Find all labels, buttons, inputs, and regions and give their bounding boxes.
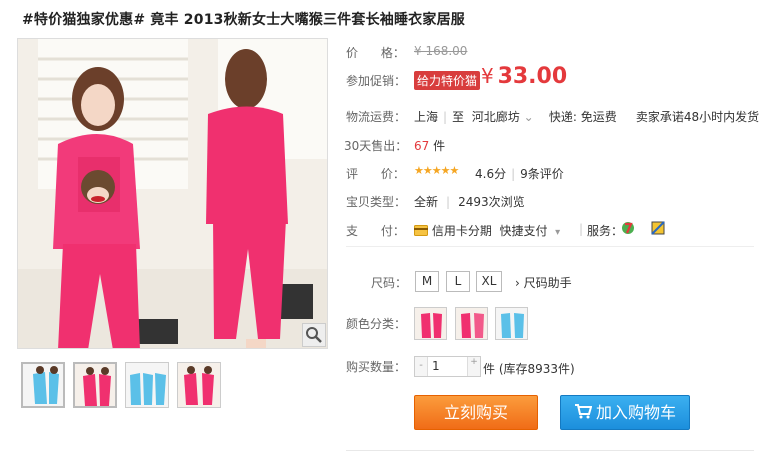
sales-info: 67 件 — [414, 137, 445, 154]
promo-price-value: 33.00 — [497, 64, 568, 89]
credit-installment[interactable]: 信用卡分期 — [432, 224, 492, 238]
shipping-info: 上海 | 至 河北廊坊 ⌄ 快递: 免运费 卖家承诺48小时内发货 — [414, 110, 759, 124]
ship-to-dropdown-icon[interactable]: ⌄ — [524, 110, 534, 124]
bottom-divider — [346, 450, 754, 451]
view-count: 2493次浏览 — [458, 195, 525, 209]
zoom-icon[interactable] — [302, 323, 326, 347]
payment-divider: | — [579, 222, 584, 236]
original-price: ¥ 168.00 — [414, 44, 468, 58]
size-label: 尺码： — [371, 276, 408, 290]
color-option-blue[interactable] — [495, 307, 528, 340]
payment-info: 信用卡分期 快捷支付 ▾ — [414, 222, 560, 239]
review-count[interactable]: 9条评价 — [520, 167, 564, 181]
stock-info: 件 (库存8933件) — [483, 362, 575, 376]
shipping-label: 物流运费： — [346, 110, 407, 124]
sales-unit: 件 — [433, 139, 446, 153]
promo-tag[interactable]: 给力特价猫 — [414, 71, 481, 90]
size-helper[interactable]: › 尺码助手 — [515, 274, 572, 291]
quantity-input[interactable] — [429, 357, 467, 376]
item-type-label: 宝贝类型： — [346, 195, 407, 209]
quick-pay-dropdown-icon[interactable]: ▾ — [555, 227, 560, 238]
main-product-image[interactable] — [17, 38, 328, 349]
guarantee-icon[interactable] — [651, 221, 665, 238]
cart-icon — [574, 397, 593, 430]
rating-label: 评 价： — [346, 167, 405, 181]
price-label: 价 格： — [346, 46, 405, 60]
divider — [346, 246, 754, 247]
chevron-right-icon: › — [515, 276, 520, 290]
credit-card-icon — [414, 224, 428, 239]
pajama-photo — [18, 39, 327, 348]
thumbnail-2[interactable] — [73, 362, 117, 408]
ship-to-sep: 至 — [452, 110, 465, 124]
size-option-m[interactable]: M — [415, 271, 439, 292]
item-type-info: 全新 | 2493次浏览 — [414, 195, 525, 209]
thumbnail-pointer-icon — [91, 362, 103, 363]
rating-stars-icon: ★★★★★ — [414, 164, 459, 177]
rating-info: 4.6分 | 9条评价 — [475, 167, 564, 181]
quantity-stepper: - + — [414, 356, 481, 377]
product-title: #特价猫独家优惠# 竟丰 2013秋新女士大嘴猴三件套长袖睡衣家居服 — [22, 12, 465, 28]
sales-count: 67 — [414, 139, 430, 153]
color-option-pink-1[interactable] — [414, 307, 447, 340]
rating-score: 4.6分 — [475, 167, 507, 181]
quick-pay[interactable]: 快捷支付 — [499, 224, 547, 238]
quantity-label: 购买数量： — [346, 360, 407, 374]
size-option-xl[interactable]: XL — [476, 271, 502, 292]
size-option-l[interactable]: L — [446, 271, 470, 292]
ship-to[interactable]: 河北廊坊 — [472, 110, 520, 124]
seven-day-return-icon[interactable] — [621, 221, 635, 238]
buy-now-button[interactable]: 立刻购买 — [414, 395, 538, 430]
thumbnail-3[interactable] — [125, 362, 169, 408]
shipping-promise: 卖家承诺48小时内发货 — [635, 110, 759, 124]
quantity-increase-button[interactable]: + — [467, 357, 480, 376]
thumbnail-4[interactable] — [177, 362, 221, 408]
color-label: 颜色分类： — [346, 317, 407, 331]
promo-label: 参加促销： — [346, 74, 407, 88]
promo-price: ¥ 33.00 — [481, 64, 567, 89]
currency-symbol: ¥ — [481, 64, 494, 88]
color-option-pink-2[interactable] — [455, 307, 488, 340]
item-condition: 全新 — [414, 195, 439, 209]
shipping-fee: 快递: 免运费 — [548, 110, 617, 124]
payment-label: 支 付： — [346, 224, 405, 238]
service-label: 服务： — [587, 224, 624, 238]
thumbnail-pointer-icon — [39, 362, 51, 363]
quantity-decrease-button[interactable]: - — [415, 357, 428, 376]
thumbnail-1[interactable] — [21, 362, 65, 408]
add-to-cart-button[interactable]: 加入购物车 — [560, 395, 690, 430]
ship-from[interactable]: 上海 — [414, 110, 438, 124]
sales-label: 30天售出： — [344, 139, 408, 153]
